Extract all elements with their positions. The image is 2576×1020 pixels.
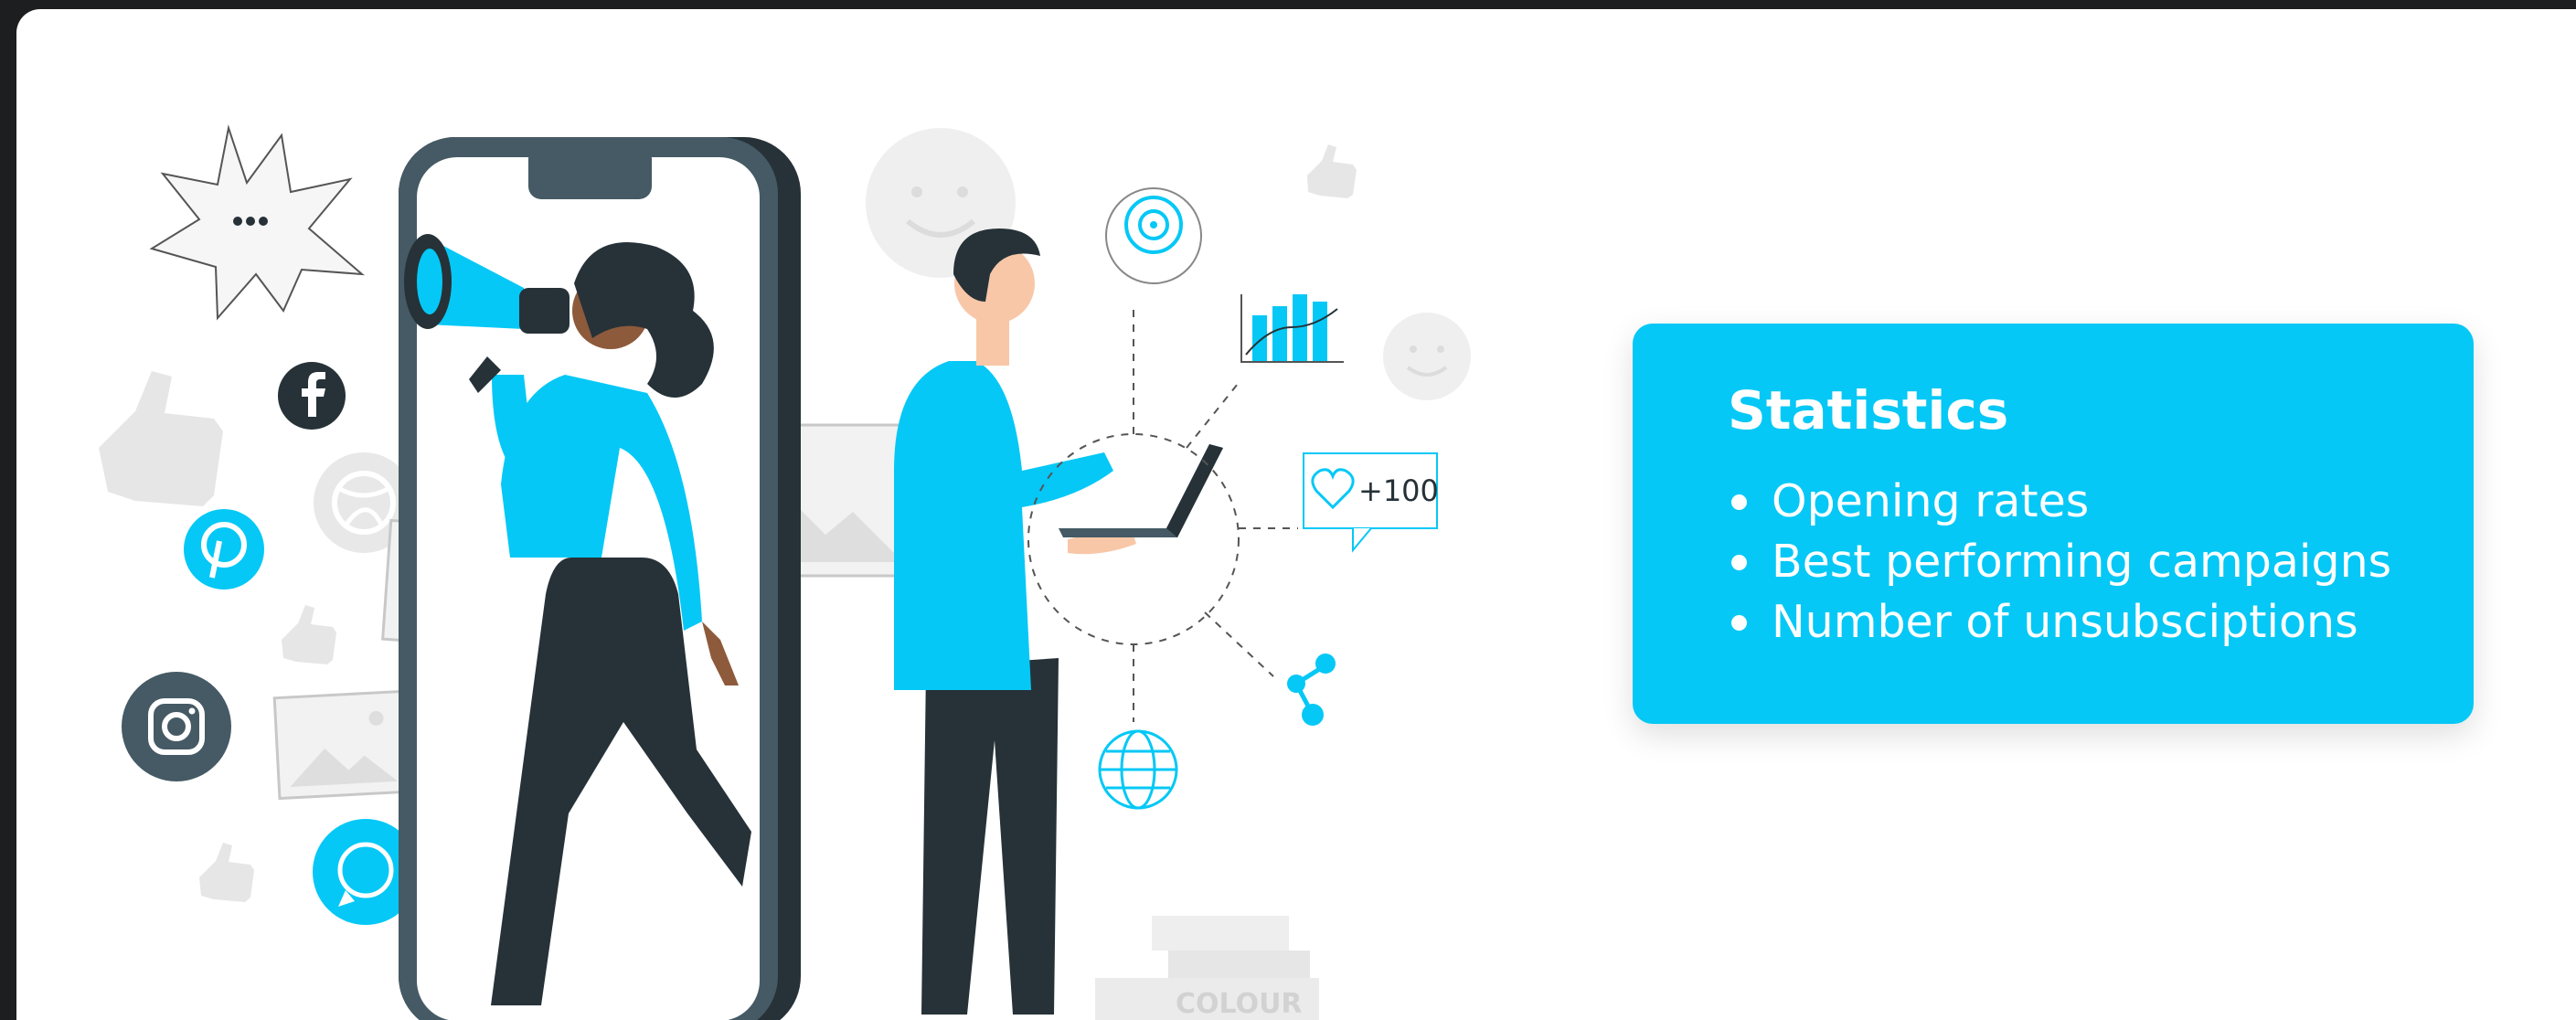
share-icon: [1287, 653, 1336, 726]
bullet-icon: [1731, 615, 1747, 631]
books-stack: COLOUR: [1095, 916, 1319, 1020]
content-panel: +100 COLOUR Statistics Opening rates Bes…: [16, 9, 2576, 1020]
target-icon: [1105, 187, 1202, 284]
bullet-icon: [1731, 494, 1747, 510]
card-title: Statistics: [1728, 379, 2009, 441]
facebook-icon: [278, 362, 346, 430]
notification-count: +100: [1358, 473, 1439, 508]
bar-chart-icon: [1240, 294, 1344, 363]
list-item-label: Best performing campaigns: [1772, 536, 2392, 588]
list-item: Number of unsubsciptions: [1728, 592, 2474, 653]
list-item: Opening rates: [1728, 472, 2474, 532]
pinterest-icon: [184, 509, 264, 590]
statistics-list: Opening rates Best performing campaigns …: [1728, 472, 2474, 653]
list-item: Best performing campaigns: [1728, 532, 2474, 592]
heart-icon: +100: [1303, 452, 1439, 553]
marketing-illustration: +100 COLOUR: [99, 124, 1471, 1020]
globe-icon: [1098, 729, 1178, 810]
list-item-label: Number of unsubsciptions: [1772, 596, 2358, 648]
smiley-icon: [1383, 313, 1471, 400]
list-item-label: Opening rates: [1772, 475, 2090, 527]
speech-burst-icon: [149, 124, 365, 321]
instagram-icon: [122, 672, 231, 781]
book-label: COLOUR: [1176, 988, 1303, 1020]
network-lines: [1027, 306, 1298, 722]
statistics-card: Statistics Opening rates Best performing…: [1633, 324, 2474, 724]
bullet-icon: [1731, 555, 1747, 570]
man-figure: [894, 228, 1136, 1015]
